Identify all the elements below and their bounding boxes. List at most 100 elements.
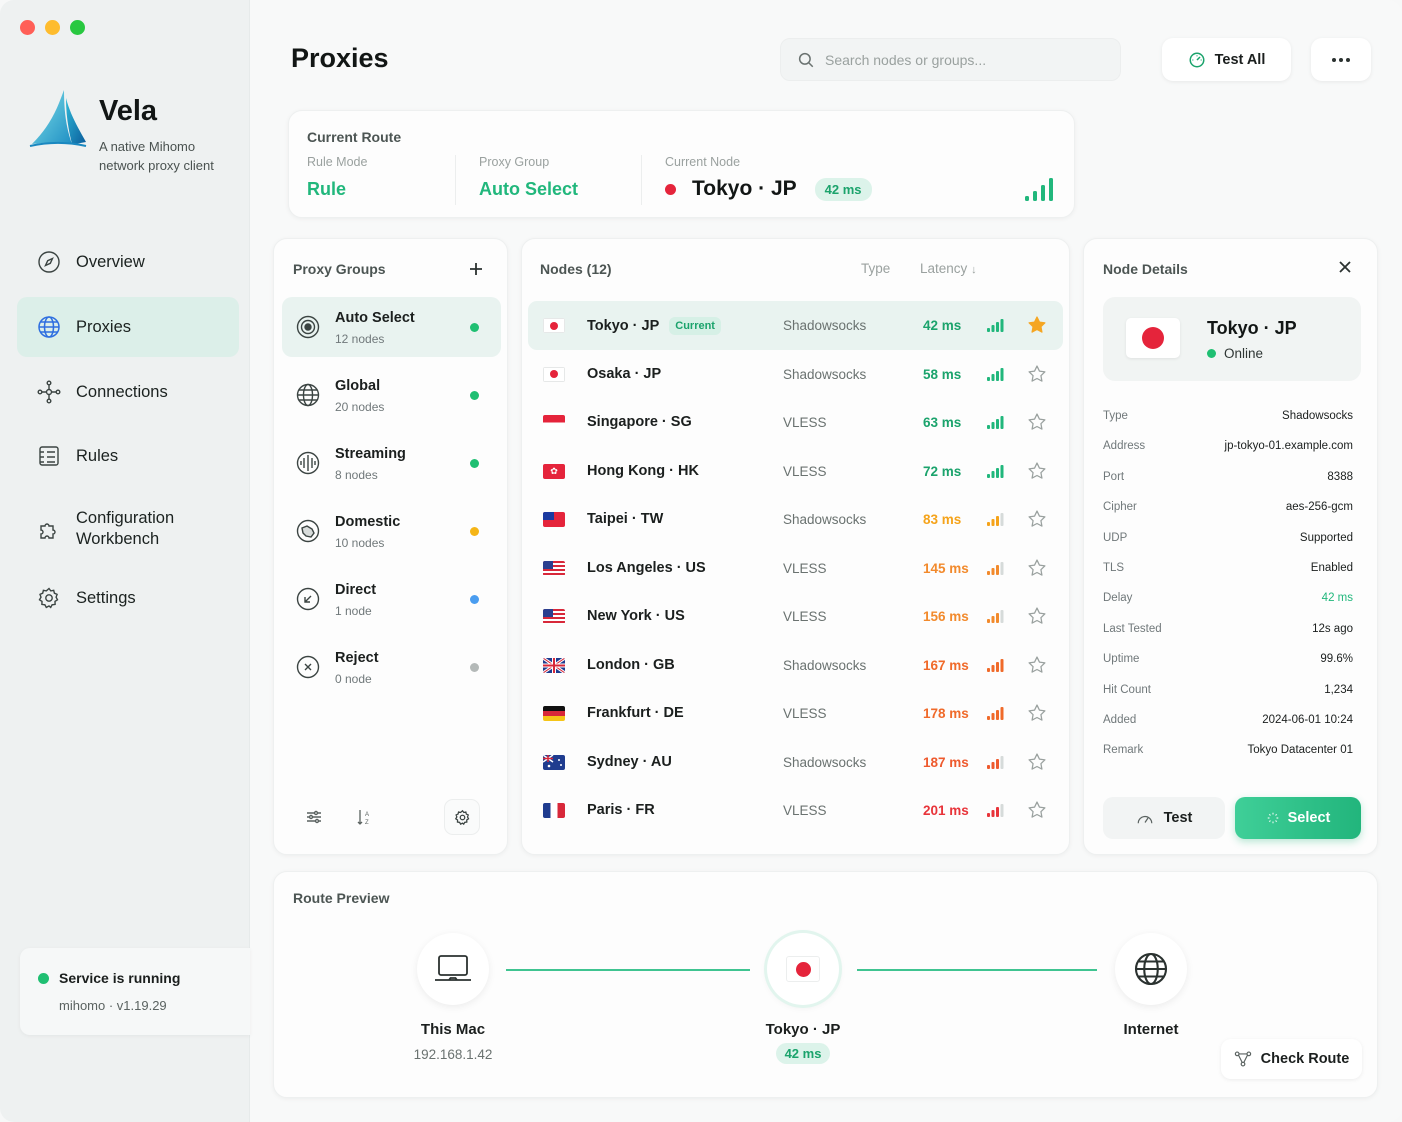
puzzle-icon	[37, 517, 61, 541]
more-button[interactable]	[1311, 38, 1371, 81]
test-node-button[interactable]: Test	[1103, 797, 1225, 839]
node-row[interactable]: London · GB Shadowsocks 167 ms	[528, 641, 1063, 690]
current-node-name: Tokyo · JP	[692, 177, 797, 200]
sidebar-item-rules[interactable]: Rules	[17, 426, 239, 486]
group-name: Streaming	[335, 446, 406, 462]
star-icon[interactable]	[1027, 364, 1047, 384]
network-icon	[37, 380, 61, 404]
close-icon[interactable]	[1338, 260, 1352, 274]
group-domestic[interactable]: Domestic 10 nodes	[282, 501, 501, 561]
sidebar: Vela A native Mihomo network proxy clien…	[0, 0, 250, 1122]
star-icon[interactable]	[1027, 315, 1047, 335]
direct-arrow-icon	[296, 587, 320, 611]
sidebar-item-connections[interactable]: Connections	[17, 362, 239, 422]
group-direct[interactable]: Direct 1 node	[282, 569, 501, 629]
node-hero: Tokyo · JP Online	[1103, 297, 1361, 381]
rule-mode-value[interactable]: Rule	[307, 179, 346, 200]
node-row[interactable]: New York · US VLESS 156 ms	[528, 592, 1063, 641]
sidebar-item-configuration-workbench[interactable]: Configuration Workbench	[17, 497, 239, 561]
node-row[interactable]: Tokyo · JP Current Shadowsocks 42 ms	[528, 301, 1063, 350]
jp-flag-icon	[665, 183, 676, 195]
group-reject[interactable]: Reject 0 node	[282, 637, 501, 697]
proxy-groups-title: Proxy Groups	[293, 261, 386, 277]
detail-value: 1,234	[1324, 683, 1353, 696]
group-count: 10 nodes	[335, 536, 385, 550]
detail-key: Delay	[1103, 592, 1133, 605]
group-global[interactable]: Global 20 nodes	[282, 365, 501, 425]
signal-strength-icon	[987, 658, 1005, 677]
node-row[interactable]: Sydney · AU Shadowsocks 187 ms	[528, 738, 1063, 787]
group-settings-button[interactable]	[444, 799, 480, 835]
group-name: Direct	[335, 582, 377, 598]
star-icon[interactable]	[1027, 461, 1047, 481]
us-flag-icon	[543, 560, 565, 576]
group-count: 0 node	[335, 672, 372, 686]
spinner-icon	[1267, 812, 1278, 824]
star-icon[interactable]	[1027, 412, 1047, 432]
more-dots-icon	[1332, 57, 1350, 62]
group-auto-select[interactable]: Auto Select 12 nodes	[282, 297, 501, 357]
signal-strength-icon	[987, 609, 1005, 628]
group-count: 8 nodes	[335, 468, 378, 482]
node-type: Shadowsocks	[783, 754, 867, 770]
node-row[interactable]: Paris · FR VLESS 201 ms	[528, 786, 1063, 835]
node-latency: 145 ms	[923, 560, 969, 576]
node-row[interactable]: Los Angeles · US VLESS 145 ms	[528, 544, 1063, 593]
select-node-button[interactable]: Select	[1235, 797, 1361, 839]
close-window-button[interactable]	[20, 20, 35, 35]
sidebar-item-overview[interactable]: Overview	[17, 232, 239, 292]
zoom-window-button[interactable]	[70, 20, 85, 35]
node-row[interactable]: ✿ Hong Kong · HK VLESS 72 ms	[528, 447, 1063, 496]
proxy-node-label: Tokyo · JP	[765, 1021, 841, 1038]
star-icon[interactable]	[1027, 752, 1047, 772]
sort-button[interactable]: AZ	[347, 799, 383, 835]
node-name: Paris · FR	[587, 802, 655, 818]
jp-flag-icon	[543, 366, 565, 382]
node-row[interactable]: Singapore · SG VLESS 63 ms	[528, 398, 1063, 447]
rule-mode-label: Rule Mode	[307, 155, 368, 169]
status-dot	[1207, 349, 1216, 358]
status-dot	[470, 391, 479, 400]
divider	[455, 155, 456, 205]
node-type: VLESS	[783, 560, 827, 576]
detail-row: Added 2024-06-01 10:24	[1103, 714, 1353, 732]
filter-button[interactable]	[296, 799, 332, 835]
sail-logo-icon	[29, 90, 87, 147]
status-dot	[470, 323, 479, 332]
test-all-button[interactable]: Test All	[1162, 38, 1291, 81]
star-icon[interactable]	[1027, 800, 1047, 820]
star-icon[interactable]	[1027, 558, 1047, 578]
star-icon[interactable]	[1027, 606, 1047, 626]
service-version: mihomo · v1.19.29	[59, 998, 167, 1013]
node-row[interactable]: Osaka · JP Shadowsocks 58 ms	[528, 350, 1063, 399]
column-latency[interactable]: Latency ↓	[920, 261, 977, 276]
node-name-text: Sydney · AU	[587, 753, 672, 770]
proxy-group-value[interactable]: Auto Select	[479, 179, 578, 200]
select-label: Select	[1287, 810, 1331, 826]
node-row[interactable]: Frankfurt · DE VLESS 178 ms	[528, 689, 1063, 738]
search-input[interactable]	[825, 51, 1105, 68]
add-group-icon[interactable]	[469, 262, 483, 276]
minimize-window-button[interactable]	[45, 20, 60, 35]
sidebar-item-settings[interactable]: Settings	[17, 568, 239, 628]
target-icon	[296, 315, 320, 339]
node-type: VLESS	[783, 609, 827, 624]
node-name: Hong Kong · HK	[587, 463, 699, 479]
star-icon[interactable]	[1027, 509, 1047, 529]
route-line	[857, 969, 1097, 971]
node-name: London · GB	[587, 657, 675, 673]
star-icon[interactable]	[1027, 703, 1047, 723]
node-status-label: Online	[1224, 346, 1264, 361]
node-row[interactable]: Taipei · TW Shadowsocks 83 ms	[528, 495, 1063, 544]
signal-strength-icon	[987, 464, 1005, 483]
detail-value: 42 ms	[1321, 592, 1353, 605]
speedometer-icon	[1189, 52, 1205, 67]
nodes-title: Nodes (12)	[540, 261, 612, 277]
check-route-button[interactable]: Check Route	[1221, 1039, 1362, 1079]
sidebar-item-proxies[interactable]: Proxies	[17, 297, 239, 357]
compass-icon	[37, 250, 61, 274]
star-icon[interactable]	[1027, 655, 1047, 675]
node-name-text: Frankfurt · DE	[587, 705, 684, 721]
group-streaming[interactable]: Streaming 8 nodes	[282, 433, 501, 493]
node-name: Frankfurt · DE	[587, 705, 684, 721]
